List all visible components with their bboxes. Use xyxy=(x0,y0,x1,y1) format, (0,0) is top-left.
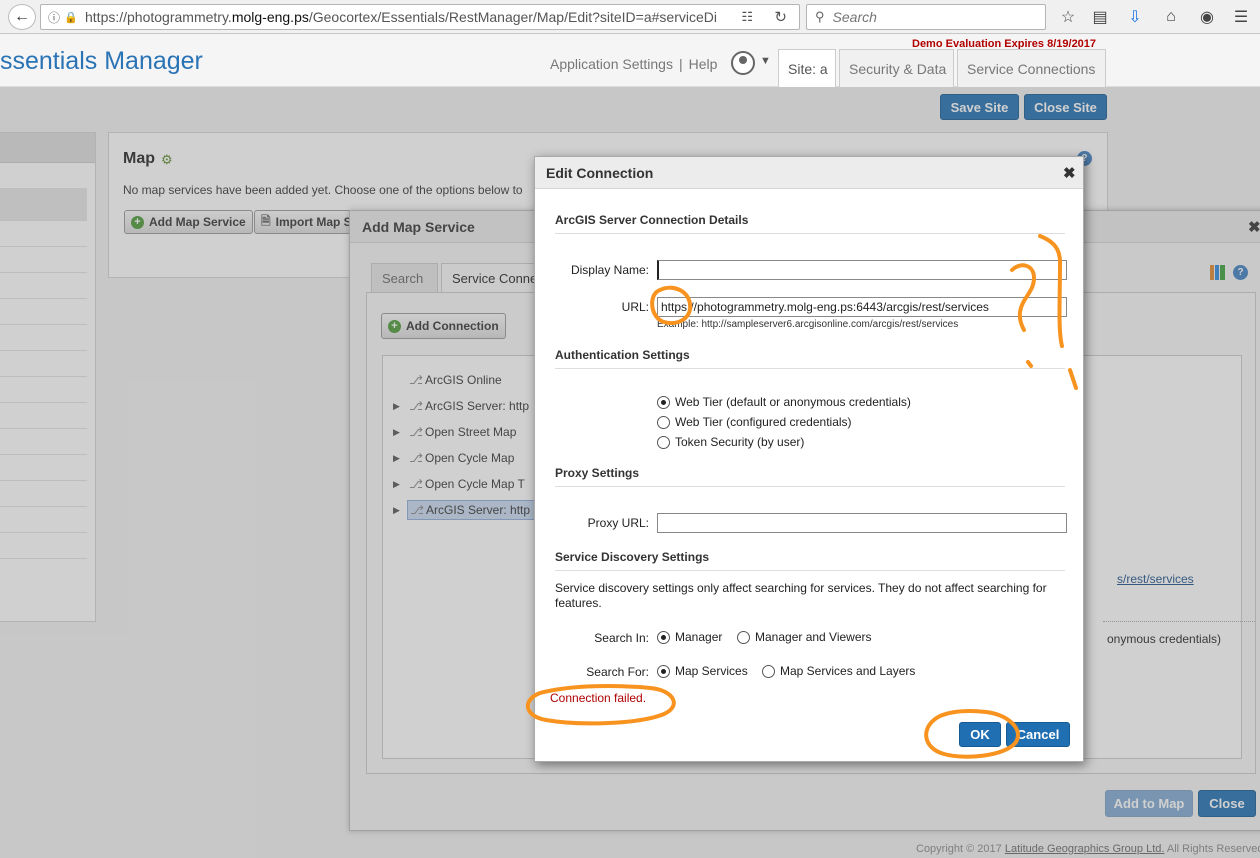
application-settings-link[interactable]: Application Settings xyxy=(550,56,673,72)
search-icon: ⚲ xyxy=(815,9,825,24)
info-icon[interactable]: ⓘ xyxy=(45,9,63,26)
browser-search-input[interactable] xyxy=(830,8,1031,26)
header-links: Application Settings | Help xyxy=(550,56,717,72)
proxy-url-label: Proxy URL: xyxy=(587,516,649,530)
reading-list-icon[interactable]: ▤ xyxy=(1089,6,1111,28)
service-discovery-heading: Service Discovery Settings xyxy=(555,550,1065,571)
proxy-url-input[interactable] xyxy=(657,513,1067,533)
user-avatar-icon[interactable] xyxy=(731,51,755,75)
app-title: ssentials Manager xyxy=(0,47,203,75)
tab-security-data[interactable]: Security & Data xyxy=(839,49,954,87)
auth-option-label: Web Tier (configured credentials) xyxy=(675,415,852,429)
download-icon[interactable]: ⇩ xyxy=(1124,6,1146,28)
proxy-heading: Proxy Settings xyxy=(555,466,1065,487)
authentication-heading: Authentication Settings xyxy=(555,348,1065,369)
url-label: URL: xyxy=(621,300,649,314)
edit-connection-title: Edit Connection xyxy=(535,157,1083,189)
service-discovery-description: Service discovery settings only affect s… xyxy=(555,581,1047,610)
search-for-map-services-layers[interactable]: Map Services and Layers xyxy=(762,664,915,678)
display-name-input[interactable] xyxy=(657,260,1067,280)
search-in-manager[interactable]: Manager xyxy=(657,630,722,644)
url-example-hint: Example: http://sampleserver6.arcgisonli… xyxy=(657,319,959,330)
pocket-icon[interactable]: ◉ xyxy=(1196,6,1218,28)
radio-button[interactable] xyxy=(657,395,670,409)
url-path: /Geocortex/Essentials/RestManager/Map/Ed… xyxy=(308,9,717,25)
app-header: ssentials Manager Demo Evaluation Expire… xyxy=(0,35,1260,87)
radio-button[interactable] xyxy=(657,664,670,678)
browser-toolbar: ← ⓘ 🔒 https://photogrammetry.molg-eng.ps… xyxy=(0,0,1260,34)
url-prefix: https://photogrammetry. xyxy=(85,9,232,25)
connection-error-message: Connection failed. xyxy=(550,691,647,705)
search-for-option-label: Map Services and Layers xyxy=(780,664,916,678)
url-text[interactable]: https://photogrammetry.molg-eng.ps/Geoco… xyxy=(85,9,725,25)
auth-option-label: Token Security (by user) xyxy=(675,435,805,449)
url-input[interactable] xyxy=(657,297,1067,317)
bookmark-star-icon[interactable]: ☆ xyxy=(1057,6,1079,28)
tab-service-connections[interactable]: Service Connections xyxy=(957,49,1106,87)
close-icon[interactable]: ✖ xyxy=(1063,164,1076,182)
tab-site[interactable]: Site: a xyxy=(778,49,836,87)
radio-button[interactable] xyxy=(762,664,775,678)
help-link[interactable]: Help xyxy=(689,56,718,72)
connection-details-heading: ArcGIS Server Connection Details xyxy=(555,213,1065,234)
warning-lock-icon[interactable]: 🔒 xyxy=(63,11,79,24)
back-arrow-icon[interactable]: ← xyxy=(8,4,36,30)
search-for-map-services[interactable]: Map Services xyxy=(657,664,748,678)
auth-option-token-security[interactable]: Token Security (by user) xyxy=(657,435,804,449)
home-icon[interactable]: ⌂ xyxy=(1160,6,1182,28)
radio-button[interactable] xyxy=(657,630,670,644)
url-host: molg-eng.ps xyxy=(231,9,309,25)
chevron-down-icon[interactable]: ▼ xyxy=(760,55,771,67)
search-for-option-label: Map Services xyxy=(675,664,748,678)
search-for-label: Search For: xyxy=(586,665,649,679)
reload-icon[interactable]: ↻ xyxy=(774,8,787,26)
browser-search-box[interactable]: ⚲ xyxy=(806,4,1046,30)
edit-connection-dialog: Edit Connection ✖ ArcGIS Server Connecti… xyxy=(534,156,1084,762)
search-in-label: Search In: xyxy=(594,631,649,645)
auth-option-label: Web Tier (default or anonymous credentia… xyxy=(675,395,911,409)
address-bar[interactable]: ⓘ 🔒 https://photogrammetry.molg-eng.ps/G… xyxy=(40,4,800,30)
reader-view-icon[interactable]: ☷ xyxy=(741,9,753,25)
auth-option-web-tier-default[interactable]: Web Tier (default or anonymous credentia… xyxy=(657,395,911,409)
menu-icon[interactable]: ☰ xyxy=(1230,6,1252,28)
cancel-button[interactable]: Cancel xyxy=(1006,722,1070,747)
radio-button[interactable] xyxy=(657,415,670,429)
link-separator: | xyxy=(678,56,683,72)
display-name-label: Display Name: xyxy=(570,263,649,277)
search-in-option-label: Manager and Viewers xyxy=(755,630,872,644)
radio-button[interactable] xyxy=(737,630,750,644)
ok-button[interactable]: OK xyxy=(959,722,1001,747)
search-in-option-label: Manager xyxy=(675,630,723,644)
search-in-manager-viewers[interactable]: Manager and Viewers xyxy=(737,630,872,644)
radio-button[interactable] xyxy=(657,435,670,449)
auth-option-web-tier-configured[interactable]: Web Tier (configured credentials) xyxy=(657,415,852,429)
